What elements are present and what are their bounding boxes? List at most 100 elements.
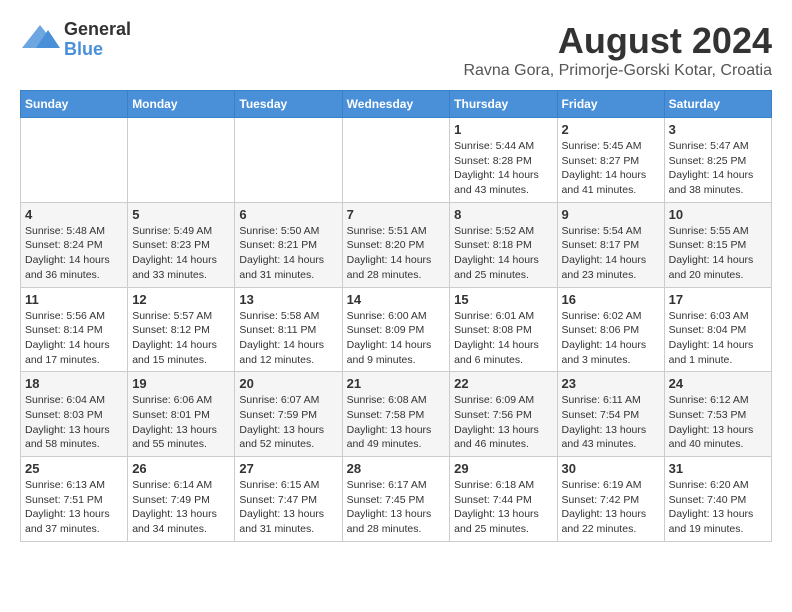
calendar-cell xyxy=(342,118,450,203)
calendar-cell: 22Sunrise: 6:09 AM Sunset: 7:56 PM Dayli… xyxy=(450,372,557,457)
day-number: 7 xyxy=(347,207,446,222)
calendar-cell: 31 Sunrise: 6:20 AM Sunset: 7:40 PM Dayli… xyxy=(664,457,771,542)
day-of-week-header: Thursday xyxy=(450,91,557,118)
day-info: Sunrise: 6:01 AM Sunset: 8:08 PM Dayligh… xyxy=(454,309,552,368)
calendar-cell: 28Sunrise: 6:17 AM Sunset: 7:45 PM Dayli… xyxy=(342,457,450,542)
calendar-cell: 25Sunrise: 6:13 AM Sunset: 7:51 PM Dayli… xyxy=(21,457,128,542)
day-number: 28 xyxy=(347,461,446,476)
day-info: Sunrise: 6:03 AM Sunset: 8:04 PM Dayligh… xyxy=(669,309,767,368)
day-number: 27 xyxy=(239,461,337,476)
calendar-cell: 30Sunrise: 6:19 AM Sunset: 7:42 PM Dayli… xyxy=(557,457,664,542)
day-number: 2 xyxy=(562,122,660,137)
day-number: 19 xyxy=(132,376,230,391)
calendar-cell: 20 Sunrise: 6:07 AM Sunset: 7:59 PM Dayli… xyxy=(235,372,342,457)
calendar-cell: 23Sunrise: 6:11 AM Sunset: 7:54 PM Dayli… xyxy=(557,372,664,457)
day-number: 22 xyxy=(454,376,552,391)
day-number: 20 xyxy=(239,376,337,391)
calendar-cell: 26 Sunrise: 6:14 AM Sunset: 7:49 PM Dayli… xyxy=(128,457,235,542)
day-info: Sunrise: 5:49 AM Sunset: 8:23 PM Dayligh… xyxy=(132,224,230,283)
calendar-cell: 29Sunrise: 6:18 AM Sunset: 7:44 PM Dayli… xyxy=(450,457,557,542)
day-number: 8 xyxy=(454,207,552,222)
day-info: Sunrise: 5:47 AM Sunset: 8:25 PM Dayligh… xyxy=(669,139,767,198)
day-number: 11 xyxy=(25,292,123,307)
day-info: Sunrise: 5:55 AM Sunset: 8:15 PM Dayligh… xyxy=(669,224,767,283)
calendar-cell: 2 Sunrise: 5:45 AM Sunset: 8:27 PM Daylig… xyxy=(557,118,664,203)
day-info: Sunrise: 6:00 AM Sunset: 8:09 PM Dayligh… xyxy=(347,309,446,368)
logo: General Blue xyxy=(20,20,131,60)
day-number: 1 xyxy=(454,122,552,137)
day-number: 24 xyxy=(669,376,767,391)
day-info: Sunrise: 6:04 AM Sunset: 8:03 PM Dayligh… xyxy=(25,393,123,452)
day-of-week-header: Wednesday xyxy=(342,91,450,118)
calendar-week-row: 4 Sunrise: 5:48 AM Sunset: 8:24 PM Daylig… xyxy=(21,202,772,287)
calendar-cell: 6Sunrise: 5:50 AM Sunset: 8:21 PM Daylig… xyxy=(235,202,342,287)
day-info: Sunrise: 5:45 AM Sunset: 8:27 PM Dayligh… xyxy=(562,139,660,198)
calendar-cell: 13 Sunrise: 5:58 AM Sunset: 8:11 PM Dayli… xyxy=(235,287,342,372)
day-info: Sunrise: 6:14 AM Sunset: 7:49 PM Dayligh… xyxy=(132,478,230,537)
day-info: Sunrise: 5:50 AM Sunset: 8:21 PM Dayligh… xyxy=(239,224,337,283)
day-number: 31 xyxy=(669,461,767,476)
day-of-week-header: Sunday xyxy=(21,91,128,118)
day-info: Sunrise: 5:54 AM Sunset: 8:17 PM Dayligh… xyxy=(562,224,660,283)
calendar-cell: 8 Sunrise: 5:52 AM Sunset: 8:18 PM Daylig… xyxy=(450,202,557,287)
calendar-cell: 19 Sunrise: 6:06 AM Sunset: 8:01 PM Dayli… xyxy=(128,372,235,457)
day-number: 14 xyxy=(347,292,446,307)
calendar-cell xyxy=(128,118,235,203)
calendar-cell: 12Sunrise: 5:57 AM Sunset: 8:12 PM Dayli… xyxy=(128,287,235,372)
day-info: Sunrise: 5:51 AM Sunset: 8:20 PM Dayligh… xyxy=(347,224,446,283)
day-info: Sunrise: 6:15 AM Sunset: 7:47 PM Dayligh… xyxy=(239,478,337,537)
calendar-cell: 9 Sunrise: 5:54 AM Sunset: 8:17 PM Daylig… xyxy=(557,202,664,287)
day-info: Sunrise: 6:02 AM Sunset: 8:06 PM Dayligh… xyxy=(562,309,660,368)
day-info: Sunrise: 6:18 AM Sunset: 7:44 PM Dayligh… xyxy=(454,478,552,537)
calendar-cell: 14 Sunrise: 6:00 AM Sunset: 8:09 PM Dayli… xyxy=(342,287,450,372)
calendar-cell: 11Sunrise: 5:56 AM Sunset: 8:14 PM Dayli… xyxy=(21,287,128,372)
day-number: 9 xyxy=(562,207,660,222)
calendar-cell xyxy=(21,118,128,203)
day-of-week-header: Saturday xyxy=(664,91,771,118)
logo-blue-text: Blue xyxy=(64,40,131,60)
calendar-cell xyxy=(235,118,342,203)
calendar-header-row: SundayMondayTuesdayWednesdayThursdayFrid… xyxy=(21,91,772,118)
calendar-cell: 27 Sunrise: 6:15 AM Sunset: 7:47 PM Dayli… xyxy=(235,457,342,542)
title-section: August 2024 Ravna Gora, Primorje-Gorski … xyxy=(463,20,772,80)
day-number: 17 xyxy=(669,292,767,307)
day-info: Sunrise: 6:08 AM Sunset: 7:58 PM Dayligh… xyxy=(347,393,446,452)
day-info: Sunrise: 6:11 AM Sunset: 7:54 PM Dayligh… xyxy=(562,393,660,452)
day-info: Sunrise: 5:44 AM Sunset: 8:28 PM Dayligh… xyxy=(454,139,552,198)
day-number: 13 xyxy=(239,292,337,307)
calendar-cell: 10 Sunrise: 5:55 AM Sunset: 8:15 PM Dayli… xyxy=(664,202,771,287)
day-of-week-header: Monday xyxy=(128,91,235,118)
calendar-week-row: 1 Sunrise: 5:44 AM Sunset: 8:28 PM Daylig… xyxy=(21,118,772,203)
calendar-cell: 15Sunrise: 6:01 AM Sunset: 8:08 PM Dayli… xyxy=(450,287,557,372)
calendar-week-row: 11Sunrise: 5:56 AM Sunset: 8:14 PM Dayli… xyxy=(21,287,772,372)
day-number: 4 xyxy=(25,207,123,222)
calendar-cell: 21 Sunrise: 6:08 AM Sunset: 7:58 PM Dayli… xyxy=(342,372,450,457)
calendar-cell: 18Sunrise: 6:04 AM Sunset: 8:03 PM Dayli… xyxy=(21,372,128,457)
calendar-cell: 4 Sunrise: 5:48 AM Sunset: 8:24 PM Daylig… xyxy=(21,202,128,287)
day-number: 12 xyxy=(132,292,230,307)
day-info: Sunrise: 5:52 AM Sunset: 8:18 PM Dayligh… xyxy=(454,224,552,283)
day-number: 21 xyxy=(347,376,446,391)
day-info: Sunrise: 6:07 AM Sunset: 7:59 PM Dayligh… xyxy=(239,393,337,452)
logo-general-text: General xyxy=(64,20,131,40)
day-info: Sunrise: 6:19 AM Sunset: 7:42 PM Dayligh… xyxy=(562,478,660,537)
day-info: Sunrise: 5:48 AM Sunset: 8:24 PM Dayligh… xyxy=(25,224,123,283)
day-info: Sunrise: 6:20 AM Sunset: 7:40 PM Dayligh… xyxy=(669,478,767,537)
calendar-cell: 16Sunrise: 6:02 AM Sunset: 8:06 PM Dayli… xyxy=(557,287,664,372)
day-number: 26 xyxy=(132,461,230,476)
month-year-title: August 2024 xyxy=(463,20,772,62)
day-info: Sunrise: 6:13 AM Sunset: 7:51 PM Dayligh… xyxy=(25,478,123,537)
day-of-week-header: Tuesday xyxy=(235,91,342,118)
calendar-cell: 24 Sunrise: 6:12 AM Sunset: 7:53 PM Dayli… xyxy=(664,372,771,457)
logo-icon xyxy=(20,20,60,60)
day-number: 10 xyxy=(669,207,767,222)
header: General Blue August 2024 Ravna Gora, Pri… xyxy=(20,20,772,80)
calendar-cell: 5 Sunrise: 5:49 AM Sunset: 8:23 PM Daylig… xyxy=(128,202,235,287)
location-subtitle: Ravna Gora, Primorje-Gorski Kotar, Croat… xyxy=(463,62,772,80)
calendar-cell: 7 Sunrise: 5:51 AM Sunset: 8:20 PM Daylig… xyxy=(342,202,450,287)
day-number: 3 xyxy=(669,122,767,137)
day-info: Sunrise: 6:12 AM Sunset: 7:53 PM Dayligh… xyxy=(669,393,767,452)
day-info: Sunrise: 6:06 AM Sunset: 8:01 PM Dayligh… xyxy=(132,393,230,452)
day-number: 5 xyxy=(132,207,230,222)
day-info: Sunrise: 5:58 AM Sunset: 8:11 PM Dayligh… xyxy=(239,309,337,368)
